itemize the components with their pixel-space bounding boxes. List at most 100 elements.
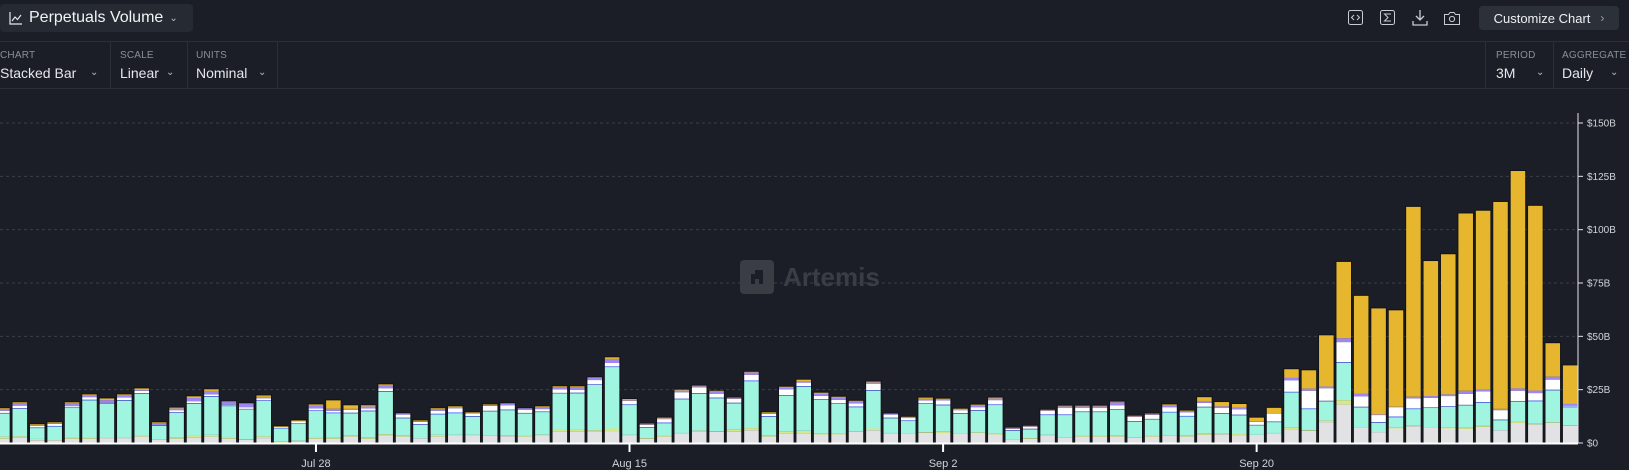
bar-stack[interactable] xyxy=(917,396,934,444)
bar-stack[interactable] xyxy=(865,380,882,444)
bar-stack[interactable] xyxy=(1091,404,1109,444)
bar-stack[interactable] xyxy=(429,407,447,444)
bar-stack[interactable] xyxy=(568,385,586,444)
bar-stack[interactable] xyxy=(116,393,133,444)
bar-stack[interactable] xyxy=(1370,307,1387,444)
bar-stack[interactable] xyxy=(899,415,917,444)
bar-stack[interactable] xyxy=(1439,253,1457,444)
bar-stack[interactable] xyxy=(290,419,307,444)
bar-segment-series-5 xyxy=(726,398,742,399)
bar-stack[interactable] xyxy=(1283,368,1300,444)
bar-stack[interactable] xyxy=(1004,426,1022,444)
bar-stack[interactable] xyxy=(481,403,499,444)
bar-stack[interactable] xyxy=(237,402,255,444)
bar-stack[interactable] xyxy=(778,385,795,444)
bar-stack[interactable] xyxy=(499,402,516,444)
bar-stack[interactable] xyxy=(969,403,987,444)
bar-stack[interactable] xyxy=(743,370,760,444)
bar-stack[interactable] xyxy=(1422,260,1440,444)
bar-stack[interactable] xyxy=(1161,403,1178,444)
bar-stack[interactable] xyxy=(1230,402,1248,444)
bar-stack[interactable] xyxy=(394,412,412,444)
bar-stack[interactable] xyxy=(1178,409,1196,444)
bar-stack[interactable] xyxy=(586,376,603,444)
bar-stack[interactable] xyxy=(656,416,673,444)
bar-stack[interactable] xyxy=(638,422,656,444)
bar-stack[interactable] xyxy=(725,396,743,444)
bar-stack[interactable] xyxy=(847,399,865,444)
bar-stack[interactable] xyxy=(760,411,778,444)
bar-stack[interactable] xyxy=(987,396,1004,444)
bar-stack[interactable] xyxy=(1143,412,1161,444)
bar-stack[interactable] xyxy=(1544,342,1562,444)
bar-stack[interactable] xyxy=(795,378,813,444)
bar-stack[interactable] xyxy=(1352,294,1370,444)
bar-stack[interactable] xyxy=(952,407,969,444)
bar-stack[interactable] xyxy=(1265,406,1283,444)
bar-stack[interactable] xyxy=(1196,396,1213,444)
bar-segment-series-4 xyxy=(378,388,393,392)
bar-stack[interactable] xyxy=(133,387,151,444)
bar-segment-series-2 xyxy=(1092,412,1108,436)
bar-stack[interactable] xyxy=(812,391,830,444)
bar-stack[interactable] xyxy=(1527,204,1544,444)
bar-stack[interactable] xyxy=(185,395,203,444)
bar-segment-series-2 xyxy=(326,413,341,438)
bar-stack[interactable] xyxy=(325,399,342,444)
bar-stack[interactable] xyxy=(168,406,185,444)
bar-stack[interactable] xyxy=(98,397,116,444)
bar-stack[interactable] xyxy=(63,401,81,444)
bar-stack[interactable] xyxy=(150,421,168,444)
bar-stack[interactable] xyxy=(1074,404,1091,444)
bar-stack[interactable] xyxy=(377,383,394,444)
bar-segment-series-5 xyxy=(413,421,428,422)
bar-stack[interactable] xyxy=(1474,209,1492,444)
bar-stack[interactable] xyxy=(0,407,11,444)
bar-stack[interactable] xyxy=(621,398,638,444)
bar-stack[interactable] xyxy=(342,404,360,444)
bar-stack[interactable] xyxy=(882,412,900,444)
bar-stack[interactable] xyxy=(447,405,464,444)
bar-stack[interactable] xyxy=(830,395,847,444)
bar-segment-series-0 xyxy=(1040,435,1055,443)
bar-stack[interactable] xyxy=(255,394,272,444)
bar-stack[interactable] xyxy=(1387,309,1405,444)
bar-segment-series-0 xyxy=(1510,422,1526,443)
bar-stack[interactable] xyxy=(11,401,29,444)
bar-stack[interactable] xyxy=(1492,200,1509,444)
bar-stack[interactable] xyxy=(307,403,325,444)
bar-stack[interactable] xyxy=(516,407,534,444)
bar-stack[interactable] xyxy=(412,419,429,444)
bar-stack[interactable] xyxy=(1108,400,1126,444)
bar-stack[interactable] xyxy=(28,423,46,444)
bar-stack[interactable] xyxy=(1457,212,1474,444)
bar-stack[interactable] xyxy=(551,385,569,444)
bar-stack[interactable] xyxy=(81,393,98,444)
bar-stack[interactable] xyxy=(1561,364,1579,444)
bar-stack[interactable] xyxy=(1300,369,1318,444)
bar-stack[interactable] xyxy=(1126,414,1144,444)
bar-stack[interactable] xyxy=(1335,260,1353,444)
bar-stack[interactable] xyxy=(203,388,220,444)
bar-stack[interactable] xyxy=(46,421,63,444)
bar-stack[interactable] xyxy=(603,356,621,444)
bar-stack[interactable] xyxy=(464,411,482,444)
bar-stack[interactable] xyxy=(534,405,551,444)
bar-stack[interactable] xyxy=(220,400,238,444)
bar-stack[interactable] xyxy=(1213,401,1231,444)
bar-segment-series-6 xyxy=(1510,171,1526,389)
bar-stack[interactable] xyxy=(359,404,377,444)
bar-stack[interactable] xyxy=(1056,404,1074,444)
bar-stack[interactable] xyxy=(708,389,725,444)
bar-stack[interactable] xyxy=(690,384,708,444)
bar-stack[interactable] xyxy=(1509,170,1527,444)
bar-stack[interactable] xyxy=(1318,334,1335,444)
bar-stack[interactable] xyxy=(673,388,691,444)
bar-stack[interactable] xyxy=(272,425,290,444)
bar-stack[interactable] xyxy=(1248,416,1265,444)
bar-segment-series-0 xyxy=(186,437,202,443)
bar-stack[interactable] xyxy=(1021,424,1039,444)
bar-stack[interactable] xyxy=(1405,205,1422,444)
bar-stack[interactable] xyxy=(1039,408,1056,444)
bar-stack[interactable] xyxy=(934,397,952,444)
